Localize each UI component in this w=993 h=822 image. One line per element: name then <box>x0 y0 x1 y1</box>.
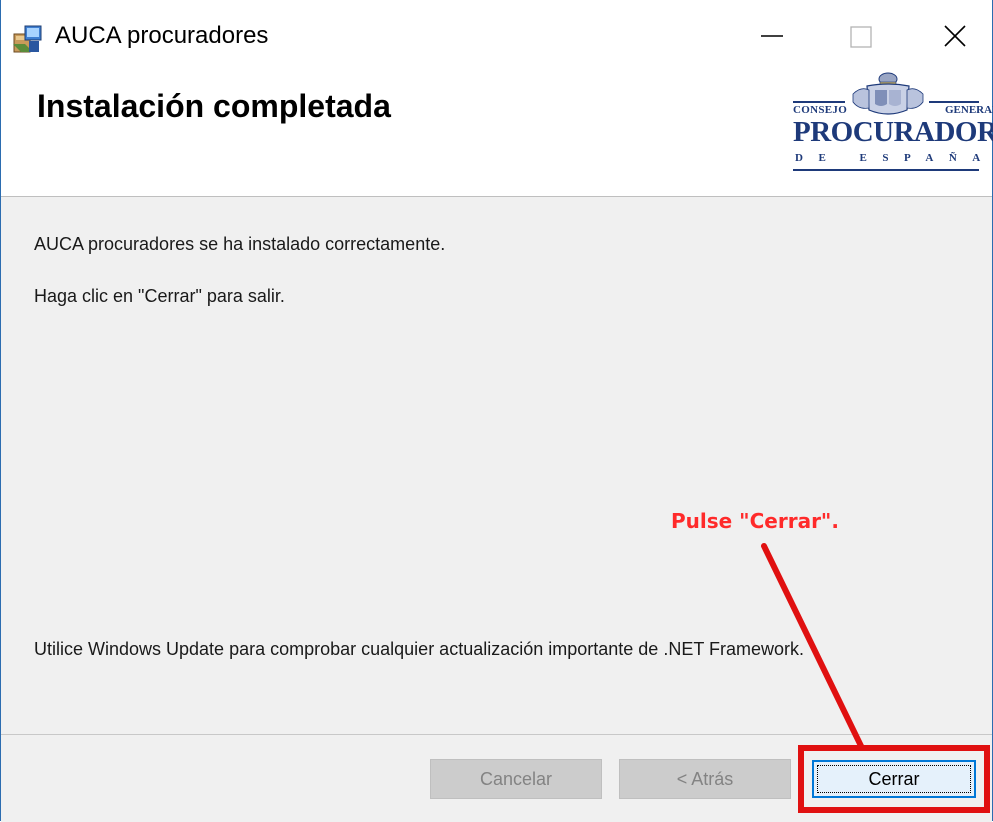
update-message: Utilice Windows Update para comprobar cu… <box>34 639 805 659</box>
minimize-button[interactable] <box>731 6 811 66</box>
logo-text-espana: DE ESPAÑA <box>795 152 993 164</box>
logo-text-consejo: CONSEJO <box>793 104 848 116</box>
page-title: Instalación completada <box>37 88 391 124</box>
cancel-button[interactable]: Cancelar <box>430 759 602 799</box>
close-window-button[interactable] <box>911 6 991 66</box>
window-title: AUCA procuradores <box>55 22 269 49</box>
procuradores-logo: CONSEJO GENERAL PROCURADORES DE ESPAÑA <box>789 72 993 176</box>
logo-rule <box>929 101 979 103</box>
instruction-message: Haga clic en "Cerrar" para salir. <box>34 286 285 306</box>
logo-rule <box>793 101 845 103</box>
installer-package-icon <box>13 25 42 53</box>
close-button-highlight <box>798 745 990 813</box>
minimize-icon <box>761 35 783 37</box>
installer-window: AUCA procuradores Instalación completada <box>0 0 993 822</box>
close-icon <box>944 25 966 47</box>
logo-text-procuradores: PROCURADORES <box>793 116 993 148</box>
coat-of-arms-icon <box>852 72 924 115</box>
maximize-icon <box>850 26 872 48</box>
logo-text-general: GENERAL <box>945 104 993 116</box>
success-message: AUCA procuradores se ha instalado correc… <box>34 234 446 254</box>
header-banner: Instalación completada CONSEJO GENERAL P… <box>1 72 993 197</box>
back-button[interactable]: < Atrás <box>619 759 791 799</box>
logo-rule <box>793 169 979 171</box>
content-area: AUCA procuradores se ha instalado correc… <box>1 197 992 734</box>
title-bar[interactable]: AUCA procuradores <box>1 0 992 72</box>
tutorial-annotation: Pulse "Cerrar". <box>671 509 839 533</box>
maximize-button[interactable] <box>821 6 901 66</box>
